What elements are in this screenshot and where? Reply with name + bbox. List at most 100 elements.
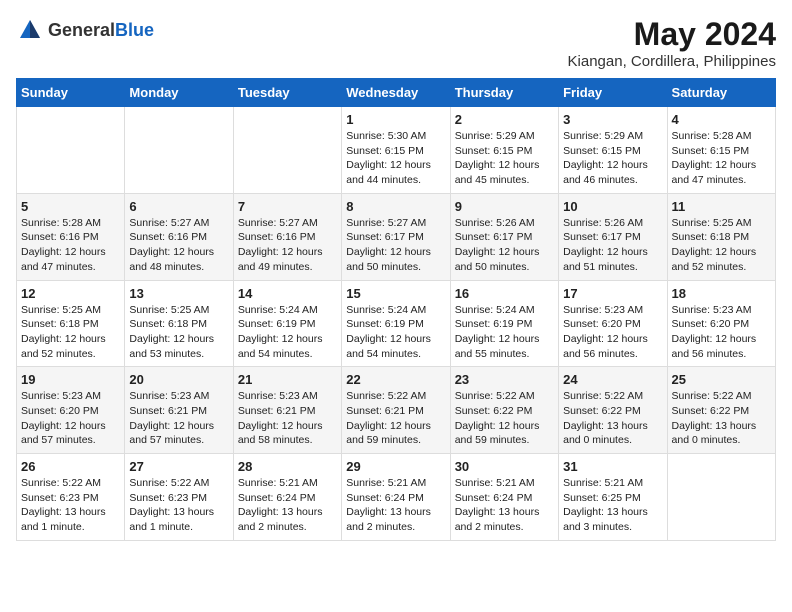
- day-info: Sunrise: 5:22 AM Sunset: 6:23 PM Dayligh…: [21, 476, 120, 535]
- calendar-day-cell: 4 Sunrise: 5:28 AM Sunset: 6:15 PM Daylig…: [667, 107, 775, 194]
- calendar-day-cell: 7Sunrise: 5:27 AM Sunset: 6:16 PM Daylig…: [233, 193, 341, 280]
- day-info: Sunrise: 5:26 AM Sunset: 6:17 PM Dayligh…: [455, 216, 554, 275]
- calendar-week-row: 12 Sunrise: 5:25 AM Sunset: 6:18 PM Dayli…: [17, 280, 776, 367]
- calendar-day-cell: 9 Sunrise: 5:26 AM Sunset: 6:17 PM Daylig…: [450, 193, 558, 280]
- calendar-day-cell: 6 Sunrise: 5:27 AM Sunset: 6:16 PM Daylig…: [125, 193, 233, 280]
- day-number: 9: [455, 199, 554, 214]
- day-number: 5: [21, 199, 120, 214]
- day-number: 31: [563, 459, 662, 474]
- day-info: Sunrise: 5:24 AM Sunset: 6:19 PM Dayligh…: [346, 303, 445, 362]
- calendar-day-cell: 18 Sunrise: 5:23 AM Sunset: 6:20 PM Dayli…: [667, 280, 775, 367]
- day-number: 25: [672, 372, 771, 387]
- day-number: 11: [672, 199, 771, 214]
- day-info: Sunrise: 5:27 AM Sunset: 6:16 PM Dayligh…: [129, 216, 228, 275]
- calendar-day-cell: 17Sunrise: 5:23 AM Sunset: 6:20 PM Dayli…: [559, 280, 667, 367]
- calendar-title: May 2024: [568, 16, 776, 53]
- day-number: 8: [346, 199, 445, 214]
- calendar-body: 1 Sunrise: 5:30 AM Sunset: 6:15 PM Daylig…: [17, 107, 776, 541]
- calendar-day-cell: 26 Sunrise: 5:22 AM Sunset: 6:23 PM Dayli…: [17, 454, 125, 541]
- calendar-day-cell: 20Sunrise: 5:23 AM Sunset: 6:21 PM Dayli…: [125, 367, 233, 454]
- calendar-day-cell: 1 Sunrise: 5:30 AM Sunset: 6:15 PM Daylig…: [342, 107, 450, 194]
- day-info: Sunrise: 5:27 AM Sunset: 6:17 PM Dayligh…: [346, 216, 445, 275]
- day-number: 18: [672, 286, 771, 301]
- calendar-day-cell: 12Sunrise: 5:25 AM Sunset: 6:18 PM Dayli…: [17, 280, 125, 367]
- day-number: 3: [563, 112, 662, 127]
- calendar-day-cell: 25 Sunrise: 5:22 AM Sunset: 6:22 PM Dayli…: [667, 367, 775, 454]
- calendar-day-cell: 23 Sunrise: 5:22 AM Sunset: 6:22 PM Dayli…: [450, 367, 558, 454]
- day-number: 22: [346, 372, 445, 387]
- logo-general: General: [48, 20, 115, 40]
- calendar-week-row: 19Sunrise: 5:23 AM Sunset: 6:20 PM Dayli…: [17, 367, 776, 454]
- day-number: 14: [238, 286, 337, 301]
- day-number: 15: [346, 286, 445, 301]
- calendar-day-cell: 22 Sunrise: 5:22 AM Sunset: 6:21 PM Dayli…: [342, 367, 450, 454]
- calendar-day-cell: 29 Sunrise: 5:21 AM Sunset: 6:24 PM Dayli…: [342, 454, 450, 541]
- day-info: Sunrise: 5:22 AM Sunset: 6:23 PM Dayligh…: [129, 476, 228, 535]
- day-info: Sunrise: 5:23 AM Sunset: 6:21 PM Dayligh…: [238, 389, 337, 448]
- day-number: 16: [455, 286, 554, 301]
- logo-icon: [16, 16, 44, 44]
- page-header: GeneralBlue May 2024 Kiangan, Cordillera…: [16, 16, 776, 70]
- calendar-week-row: 5 Sunrise: 5:28 AM Sunset: 6:16 PM Daylig…: [17, 193, 776, 280]
- calendar-day-cell: [233, 107, 341, 194]
- logo: GeneralBlue: [16, 16, 154, 44]
- weekday-header-thursday: Thursday: [450, 79, 558, 107]
- day-info: Sunrise: 5:28 AM Sunset: 6:15 PM Dayligh…: [672, 129, 771, 188]
- calendar-day-cell: 14 Sunrise: 5:24 AM Sunset: 6:19 PM Dayli…: [233, 280, 341, 367]
- day-info: Sunrise: 5:23 AM Sunset: 6:20 PM Dayligh…: [563, 303, 662, 362]
- calendar-day-cell: 16Sunrise: 5:24 AM Sunset: 6:19 PM Dayli…: [450, 280, 558, 367]
- calendar-week-row: 26 Sunrise: 5:22 AM Sunset: 6:23 PM Dayli…: [17, 454, 776, 541]
- day-number: 2: [455, 112, 554, 127]
- calendar-day-cell: 15 Sunrise: 5:24 AM Sunset: 6:19 PM Dayli…: [342, 280, 450, 367]
- calendar-header: SundayMondayTuesdayWednesdayThursdayFrid…: [17, 79, 776, 107]
- calendar-day-cell: 24 Sunrise: 5:22 AM Sunset: 6:22 PM Dayli…: [559, 367, 667, 454]
- calendar-day-cell: 5 Sunrise: 5:28 AM Sunset: 6:16 PM Daylig…: [17, 193, 125, 280]
- calendar-table: SundayMondayTuesdayWednesdayThursdayFrid…: [16, 78, 776, 541]
- day-info: Sunrise: 5:22 AM Sunset: 6:22 PM Dayligh…: [563, 389, 662, 448]
- weekday-header-saturday: Saturday: [667, 79, 775, 107]
- day-info: Sunrise: 5:25 AM Sunset: 6:18 PM Dayligh…: [129, 303, 228, 362]
- weekday-header-sunday: Sunday: [17, 79, 125, 107]
- day-number: 26: [21, 459, 120, 474]
- day-info: Sunrise: 5:27 AM Sunset: 6:16 PM Dayligh…: [238, 216, 337, 275]
- weekday-header-tuesday: Tuesday: [233, 79, 341, 107]
- day-number: 10: [563, 199, 662, 214]
- day-number: 23: [455, 372, 554, 387]
- day-info: Sunrise: 5:21 AM Sunset: 6:24 PM Dayligh…: [238, 476, 337, 535]
- title-block: May 2024 Kiangan, Cordillera, Philippine…: [568, 16, 776, 70]
- day-info: Sunrise: 5:29 AM Sunset: 6:15 PM Dayligh…: [563, 129, 662, 188]
- day-info: Sunrise: 5:23 AM Sunset: 6:20 PM Dayligh…: [21, 389, 120, 448]
- day-info: Sunrise: 5:22 AM Sunset: 6:22 PM Dayligh…: [672, 389, 771, 448]
- calendar-day-cell: 2Sunrise: 5:29 AM Sunset: 6:15 PM Daylig…: [450, 107, 558, 194]
- day-number: 29: [346, 459, 445, 474]
- calendar-day-cell: 28Sunrise: 5:21 AM Sunset: 6:24 PM Dayli…: [233, 454, 341, 541]
- calendar-day-cell: 30Sunrise: 5:21 AM Sunset: 6:24 PM Dayli…: [450, 454, 558, 541]
- day-info: Sunrise: 5:22 AM Sunset: 6:21 PM Dayligh…: [346, 389, 445, 448]
- calendar-day-cell: 19Sunrise: 5:23 AM Sunset: 6:20 PM Dayli…: [17, 367, 125, 454]
- calendar-day-cell: 3 Sunrise: 5:29 AM Sunset: 6:15 PM Daylig…: [559, 107, 667, 194]
- calendar-day-cell: [667, 454, 775, 541]
- day-number: 27: [129, 459, 228, 474]
- day-info: Sunrise: 5:28 AM Sunset: 6:16 PM Dayligh…: [21, 216, 120, 275]
- day-number: 6: [129, 199, 228, 214]
- calendar-day-cell: 27 Sunrise: 5:22 AM Sunset: 6:23 PM Dayli…: [125, 454, 233, 541]
- day-info: Sunrise: 5:21 AM Sunset: 6:24 PM Dayligh…: [346, 476, 445, 535]
- day-info: Sunrise: 5:23 AM Sunset: 6:20 PM Dayligh…: [672, 303, 771, 362]
- day-info: Sunrise: 5:23 AM Sunset: 6:21 PM Dayligh…: [129, 389, 228, 448]
- day-number: 30: [455, 459, 554, 474]
- calendar-day-cell: 11Sunrise: 5:25 AM Sunset: 6:18 PM Dayli…: [667, 193, 775, 280]
- day-number: 12: [21, 286, 120, 301]
- day-number: 1: [346, 112, 445, 127]
- day-number: 24: [563, 372, 662, 387]
- calendar-day-cell: [17, 107, 125, 194]
- day-info: Sunrise: 5:21 AM Sunset: 6:25 PM Dayligh…: [563, 476, 662, 535]
- calendar-day-cell: 13 Sunrise: 5:25 AM Sunset: 6:18 PM Dayli…: [125, 280, 233, 367]
- weekday-header-wednesday: Wednesday: [342, 79, 450, 107]
- weekday-header-row: SundayMondayTuesdayWednesdayThursdayFrid…: [17, 79, 776, 107]
- day-number: 13: [129, 286, 228, 301]
- weekday-header-friday: Friday: [559, 79, 667, 107]
- day-info: Sunrise: 5:24 AM Sunset: 6:19 PM Dayligh…: [238, 303, 337, 362]
- day-number: 4: [672, 112, 771, 127]
- day-info: Sunrise: 5:30 AM Sunset: 6:15 PM Dayligh…: [346, 129, 445, 188]
- day-info: Sunrise: 5:22 AM Sunset: 6:22 PM Dayligh…: [455, 389, 554, 448]
